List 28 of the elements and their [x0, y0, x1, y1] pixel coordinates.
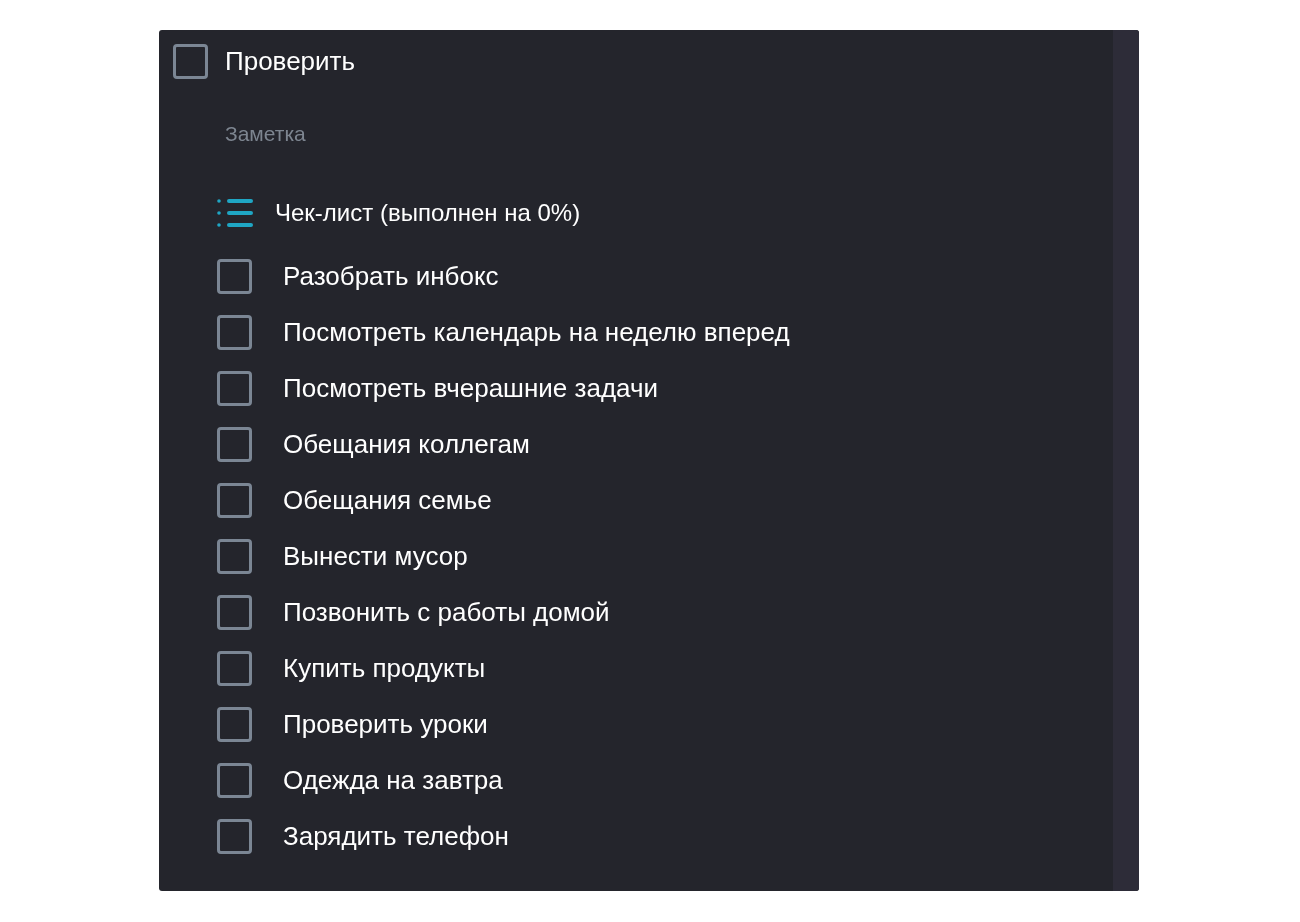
- checklist-item: Купить продукты: [283, 652, 486, 684]
- checklist-item: Позвонить с работы домой: [283, 596, 610, 628]
- checklist-item: Зарядить телефон: [283, 820, 509, 852]
- checklist-item: Вынести мусор: [283, 540, 468, 572]
- task-title: Проверить: [225, 46, 356, 77]
- checklist-item: Разобрать инбокс: [283, 260, 499, 292]
- checkbox[interactable]: [173, 44, 208, 79]
- checklist-title: Чек-лист (выполнен на 0%): [275, 199, 581, 227]
- checkbox[interactable]: [217, 314, 252, 350]
- scrollbar-track[interactable]: [1113, 30, 1139, 891]
- checkbox[interactable]: [217, 258, 252, 294]
- checkbox[interactable]: [217, 818, 252, 854]
- checklist-item: Проверить уроки: [283, 708, 488, 740]
- checklist-item: Обещания коллегам: [283, 428, 530, 460]
- checkbox[interactable]: [217, 482, 252, 518]
- checklist-item: Посмотреть календарь на неделю вперед: [283, 316, 790, 348]
- checklist-item: Посмотреть вчерашние задачи: [283, 372, 659, 404]
- checkbox[interactable]: [217, 538, 252, 574]
- checklist-item: Одежда на завтра: [283, 764, 503, 796]
- checkbox[interactable]: [217, 594, 252, 630]
- checkbox[interactable]: [217, 426, 252, 462]
- checkbox[interactable]: [217, 370, 252, 406]
- checkbox[interactable]: [217, 650, 252, 686]
- checkbox[interactable]: [217, 706, 252, 742]
- list-icon: [217, 198, 253, 228]
- checklist-item: Обещания семье: [283, 484, 492, 516]
- note-field[interactable]: Заметка: [225, 119, 625, 149]
- checkbox[interactable]: [217, 762, 252, 798]
